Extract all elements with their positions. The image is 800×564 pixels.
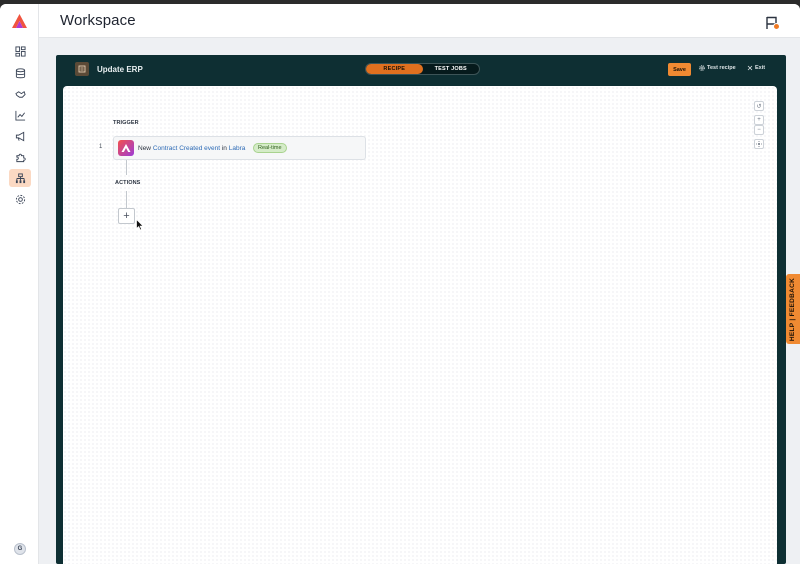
view-toggle: RECIPE TEST JOBS [365, 63, 480, 75]
close-icon [747, 65, 753, 71]
dashboard-icon [14, 45, 26, 57]
sidebar-item-campaigns[interactable] [9, 127, 31, 145]
connector-line [126, 160, 127, 175]
sidebar-item-plugins[interactable] [9, 148, 31, 166]
sidebar-item-database[interactable] [9, 64, 31, 82]
tab-recipe[interactable]: RECIPE [366, 64, 423, 74]
top-bar: Workspace [39, 4, 800, 38]
add-action-button[interactable]: + [118, 208, 135, 224]
step-number: 1 [99, 144, 103, 150]
test-recipe-label: Test recipe [707, 65, 736, 71]
actions-heading: ACTIONS [115, 180, 141, 186]
trigger-prefix: New [138, 145, 152, 152]
megaphone-icon [15, 131, 24, 141]
mouse-cursor-icon [136, 219, 144, 231]
realtime-badge: Real-time [253, 143, 287, 153]
sidebar-item-integrations[interactable] [9, 85, 31, 103]
notification-dot [773, 23, 780, 30]
sidebar-item-dashboard[interactable] [9, 42, 31, 60]
help-feedback-label: HELP | FEEDBACK [789, 277, 797, 341]
avatar[interactable]: G [14, 543, 26, 555]
puzzle-icon [15, 153, 26, 162]
recipe-canvas[interactable]: ↺ + − TRIGGER 1 New Contract Created eve… [63, 86, 777, 564]
connector-line [126, 191, 127, 208]
sidebar-item-analytics[interactable] [9, 106, 31, 124]
recipe-name[interactable]: Update ERP [97, 65, 143, 74]
trigger-heading: TRIGGER [113, 120, 139, 126]
zoom-out-icon[interactable]: − [754, 125, 764, 135]
recipe-editor: Update ERP RECIPE TEST JOBS Save Test re… [56, 55, 786, 564]
labra-app-icon [118, 140, 134, 156]
sidebar-item-settings[interactable] [9, 190, 31, 208]
trigger-event: Contract Created event [152, 145, 221, 152]
save-button[interactable]: Save [668, 63, 691, 76]
undo-icon[interactable]: ↺ [754, 101, 764, 111]
handshake-icon [14, 90, 26, 98]
exit-button[interactable]: Exit [747, 65, 765, 71]
page-title: Workspace [60, 12, 136, 29]
tab-test-jobs[interactable]: TEST JOBS [423, 64, 480, 74]
database-icon [15, 67, 25, 78]
trigger-description: New Contract Created event in Labra [138, 145, 245, 152]
zoom-in-icon[interactable]: + [754, 115, 764, 125]
help-feedback-tab[interactable]: HELP | FEEDBACK [786, 274, 800, 344]
sidebar-item-workflows[interactable] [9, 169, 31, 187]
gear-icon [699, 65, 705, 71]
exit-label: Exit [755, 65, 766, 71]
chart-line-icon [14, 110, 25, 121]
test-recipe-button[interactable]: Test recipe [699, 65, 736, 71]
gear-icon [15, 194, 25, 204]
trigger-connector: in [221, 145, 227, 152]
workflow-icon [15, 172, 25, 183]
app-window: G Workspace Update ERP RECIPE TEST JOBS … [0, 4, 800, 564]
recipe-icon [75, 62, 89, 76]
sidebar: G [0, 4, 39, 564]
trigger-step-card[interactable]: New Contract Created event in Labra Real… [113, 136, 366, 160]
trigger-app: Labra [228, 145, 246, 152]
brand-logo-icon[interactable] [11, 13, 28, 29]
fit-view-icon[interactable] [754, 139, 764, 149]
